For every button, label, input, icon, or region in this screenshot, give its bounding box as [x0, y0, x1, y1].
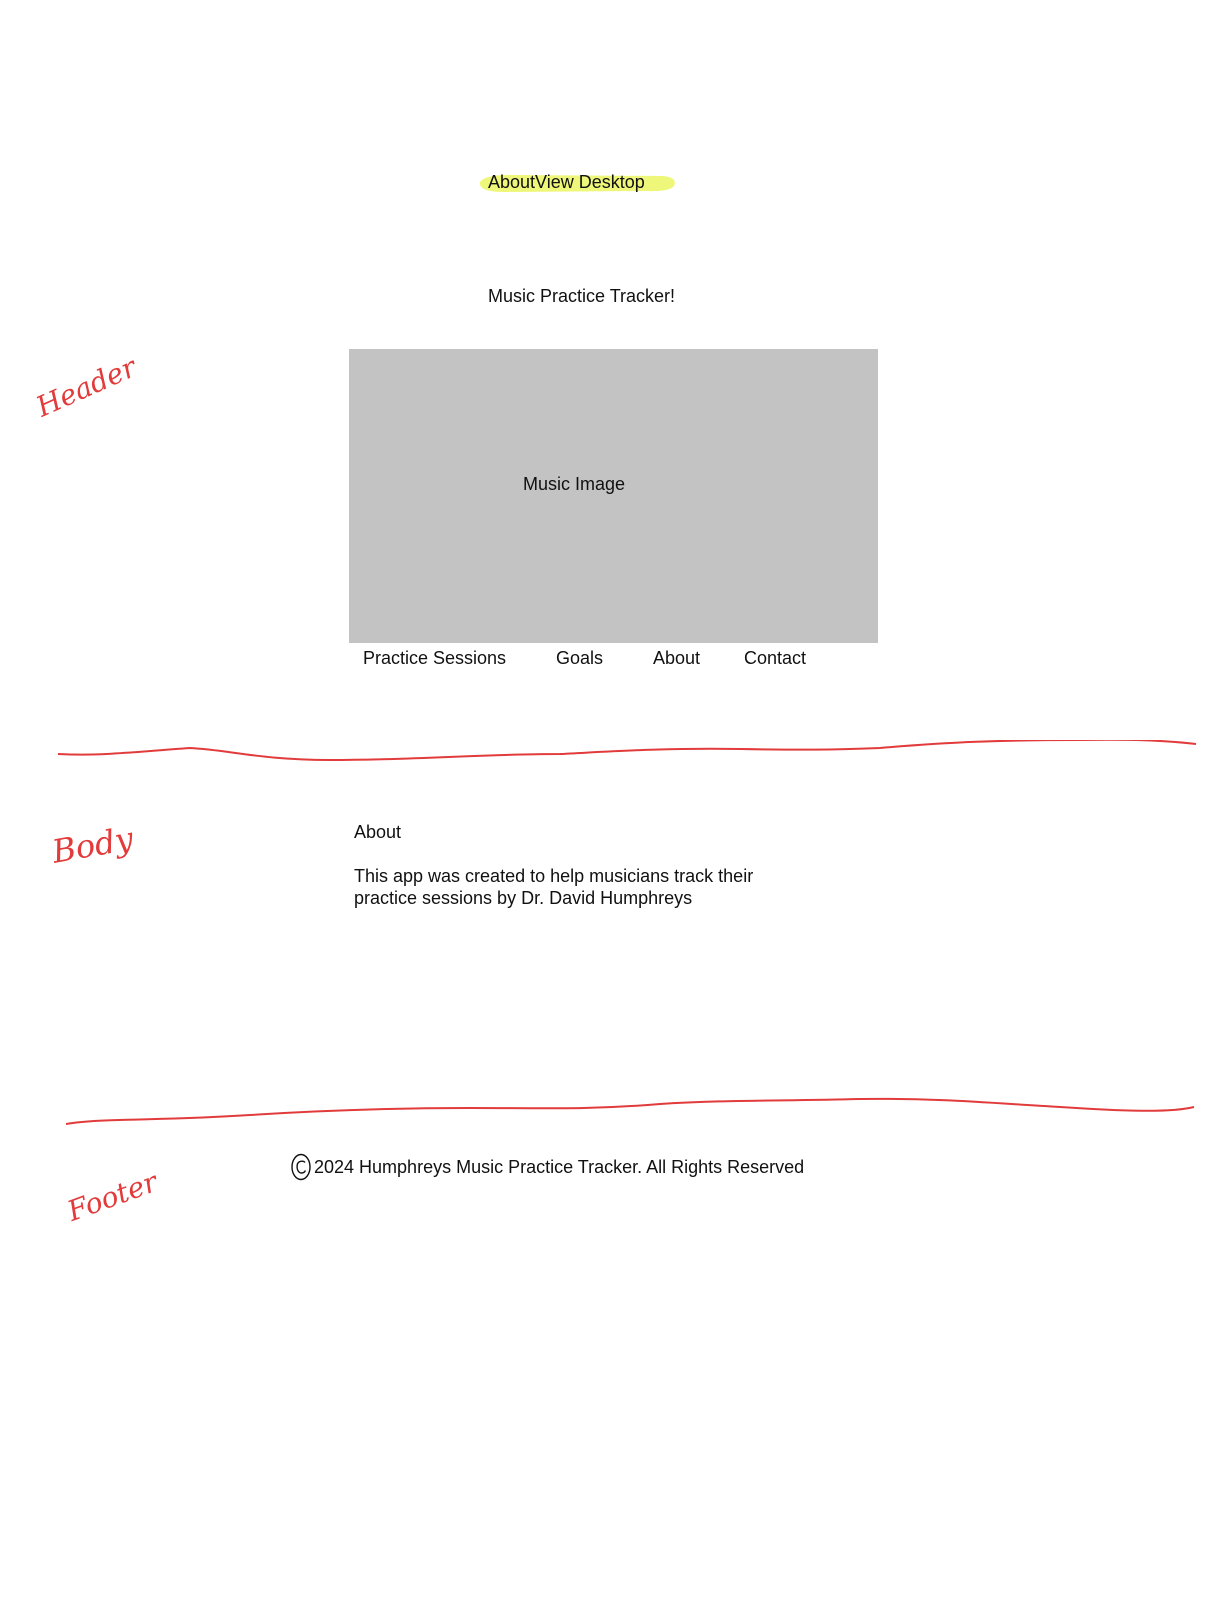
- footer-copyright-text: 2024 Humphreys Music Practice Tracker. A…: [314, 1157, 805, 1177]
- music-image-label: Music Image: [523, 474, 626, 494]
- about-heading: About: [354, 822, 402, 842]
- wireframe-title-block: AboutView Desktop: [474, 170, 680, 198]
- nav-practice-sessions[interactable]: Practice Sessions: [363, 648, 506, 669]
- about-description: This app was created to help musicians t…: [354, 866, 754, 908]
- wireframe-title: AboutView Desktop: [488, 172, 645, 192]
- body-footer-divider: [65, 1097, 1195, 1125]
- copyright-icon: [291, 1153, 311, 1181]
- music-image-placeholder: Music Image: [349, 349, 878, 643]
- annotation-footer: Footer: [63, 1165, 162, 1228]
- nav-contact[interactable]: Contact: [744, 648, 806, 669]
- annotation-body: Body: [49, 819, 137, 871]
- header-body-divider: [57, 740, 1197, 762]
- site-title: Music Practice Tracker!: [488, 286, 676, 306]
- nav-goals[interactable]: Goals: [556, 648, 603, 669]
- nav-about[interactable]: About: [653, 648, 700, 669]
- annotation-header: Header: [31, 350, 142, 424]
- main-nav: Practice Sessions Goals About Contact: [349, 648, 878, 674]
